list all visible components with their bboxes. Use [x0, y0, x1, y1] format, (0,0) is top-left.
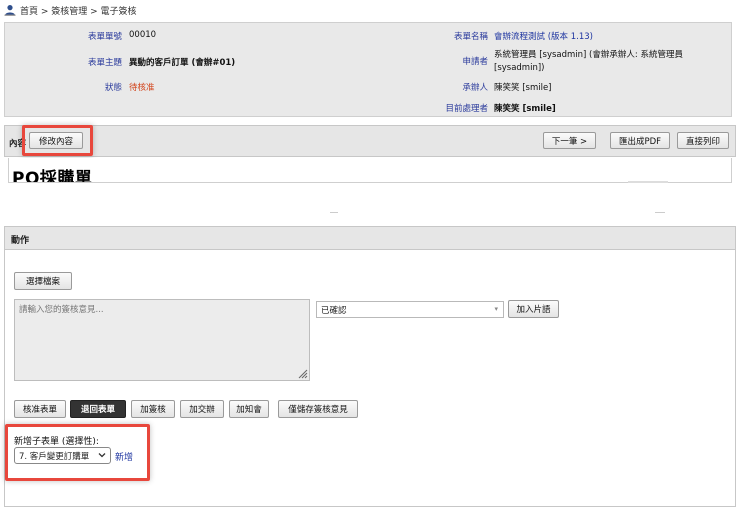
- current-handler-value: 陳笑笑 [smile]: [494, 104, 556, 114]
- dropdown-caret-icon: ▾: [494, 305, 498, 313]
- save-comment-button[interactable]: 僅儲存簽核意見: [278, 400, 358, 418]
- phrase-select-value: 已確認: [321, 305, 347, 316]
- return-button[interactable]: 退回表單: [70, 400, 126, 418]
- divider-mark: [330, 212, 338, 213]
- add-signer-button[interactable]: 加簽核: [131, 400, 175, 418]
- divider-mark: [655, 212, 665, 213]
- add-phrase-button[interactable]: 加入片語: [508, 300, 559, 318]
- resize-grip-icon[interactable]: [297, 368, 308, 379]
- document-preview: PO採購單: [8, 158, 732, 183]
- applicant-label: 申請者: [462, 57, 488, 67]
- edit-button-highlight: [22, 125, 93, 156]
- current-handler-label: 目前處理者: [445, 104, 488, 114]
- preview-fragment: [628, 181, 668, 183]
- print-button[interactable]: 直接列印: [677, 132, 729, 149]
- applicant-value: 系統管理員 [sysadmin] (會辦承辦人: 系統管理員 [sysadmin…: [494, 50, 683, 73]
- status-label: 狀態: [104, 83, 122, 93]
- document-title: PO採購單: [12, 169, 93, 183]
- form-no-value: 00010: [129, 30, 157, 40]
- form-no-label: 表單單號: [87, 32, 122, 42]
- comment-textarea[interactable]: [14, 299, 310, 381]
- choose-file-button[interactable]: 選擇檔案: [14, 272, 72, 290]
- approve-button[interactable]: 核准表單: [14, 400, 66, 418]
- user-icon: [4, 5, 16, 16]
- add-notify-button[interactable]: 加知會: [229, 400, 269, 418]
- phrase-select[interactable]: 已確認 ▾: [316, 301, 504, 318]
- handler-value: 陳笑笑 [smile]: [494, 83, 552, 93]
- subject-label: 表單主題: [87, 58, 122, 68]
- form-name-label: 表單名稱: [453, 32, 488, 42]
- form-name-value: 會辦流程測試 (版本 1.13): [494, 32, 593, 42]
- next-record-button[interactable]: 下一筆 >: [543, 132, 596, 149]
- add-handover-button[interactable]: 加交辦: [180, 400, 224, 418]
- export-pdf-button[interactable]: 匯出成PDF: [610, 132, 670, 149]
- handler-label: 承辦人: [462, 83, 488, 93]
- status-value: 待核准: [129, 83, 155, 93]
- subject-value: 異動的客戶訂單 (會辦#01): [129, 58, 236, 68]
- action-header: 動作: [4, 226, 736, 250]
- breadcrumb-text: 首頁 > 簽核管理 > 電子簽核: [20, 6, 137, 17]
- breadcrumb: 首頁 > 簽核管理 > 電子簽核: [4, 3, 137, 17]
- sub-form-highlight: [5, 424, 150, 481]
